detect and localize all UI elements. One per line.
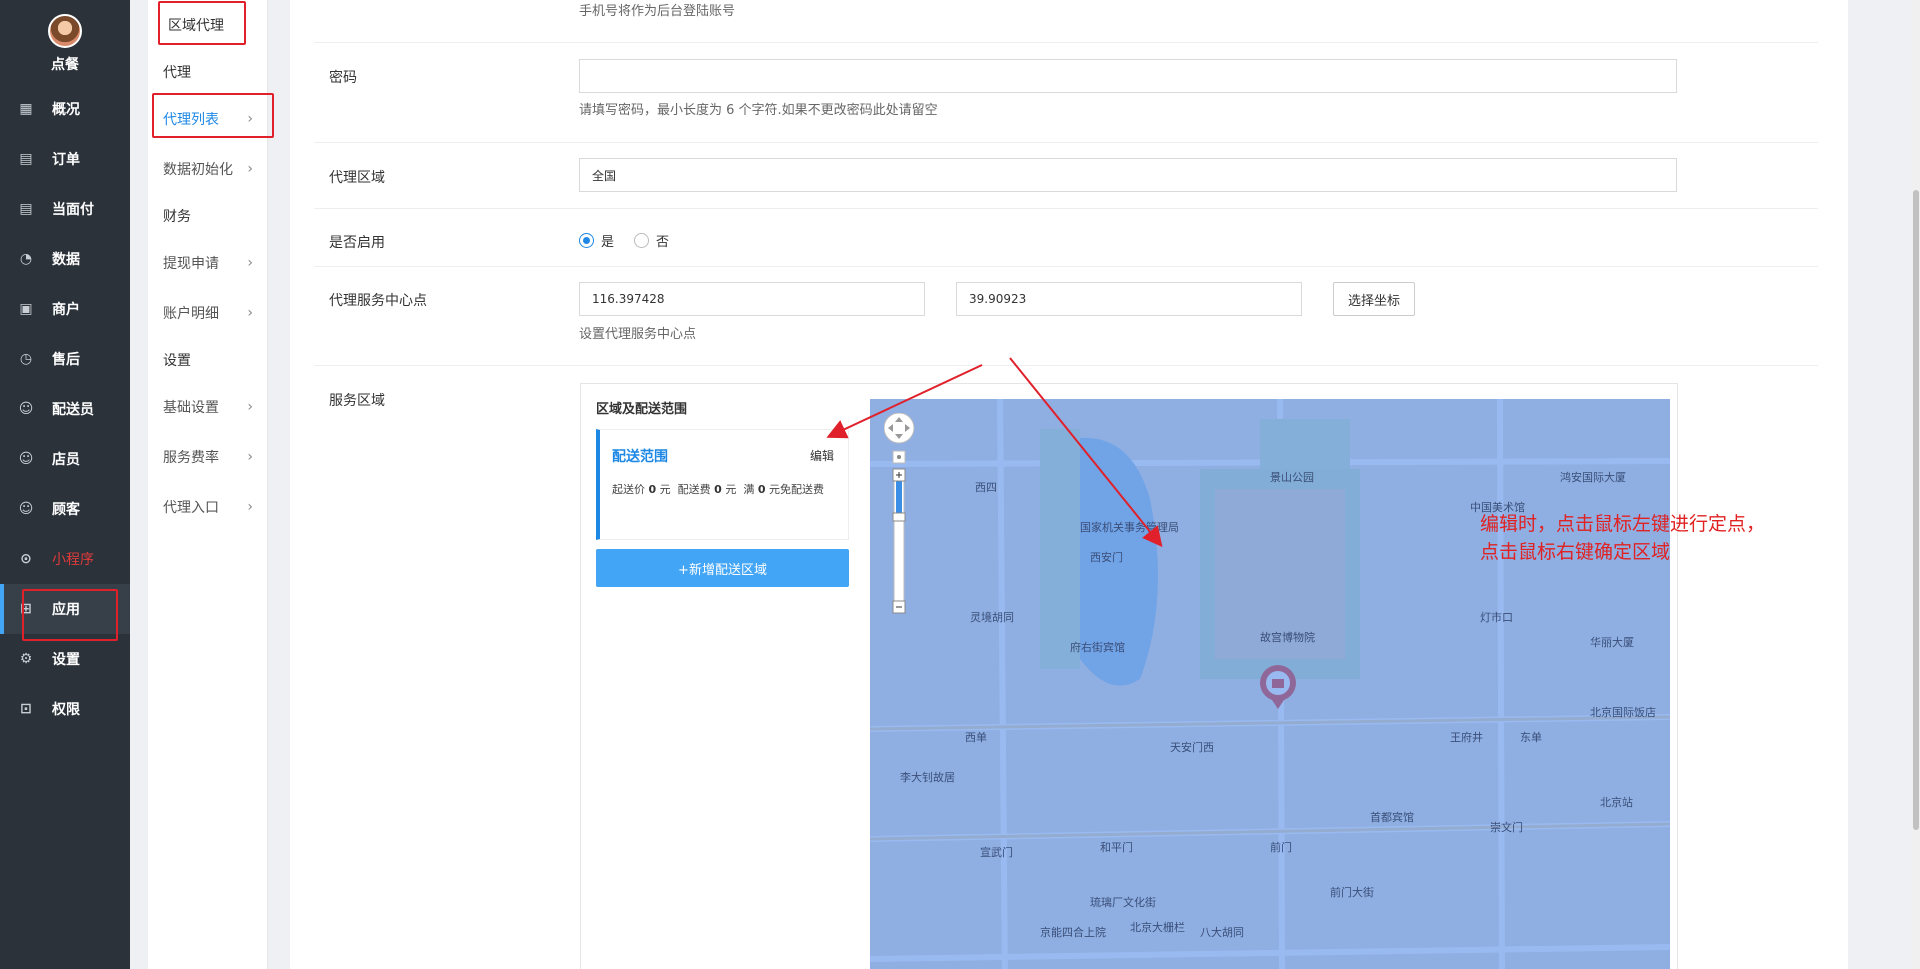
subnav-group-title: 财务 (163, 209, 191, 225)
pay-icon: ▤ (19, 201, 33, 217)
chevron-right-icon: › (247, 399, 253, 415)
sidebar-item-label: 顾客 (52, 502, 80, 518)
courier-icon: ☺ (18, 401, 34, 417)
subnav-item[interactable]: 数据初始化 › (148, 144, 267, 194)
annotation-arrows (826, 357, 1163, 548)
customer-icon: ☺ (18, 501, 34, 517)
chevron-right-icon: › (247, 499, 253, 515)
sidebar-item-label: 订单 (52, 152, 80, 168)
chevron-right-icon: › (247, 161, 253, 177)
avatar[interactable] (48, 14, 82, 48)
sidebar-item-label: 概况 (52, 102, 80, 118)
highlight-agent-list (152, 93, 274, 138)
overview-icon: ▦ (19, 101, 33, 117)
subnav-item[interactable]: 基础设置 › (148, 382, 267, 432)
sidebar-item-chart[interactable]: ◔ 数据 (0, 234, 130, 284)
brand: 点餐 (0, 0, 130, 84)
scrollbar[interactable] (1912, 0, 1920, 969)
sidebar-item-label: 商户 (52, 302, 80, 318)
sidebar-item-order[interactable]: ▤ 订单 (0, 134, 130, 184)
subnav-item[interactable]: 提现申请 › (148, 238, 267, 288)
sidebar-item-lock[interactable]: ⊡ 权限 (0, 684, 130, 734)
sidebar-item-overview[interactable]: ▦ 概况 (0, 84, 130, 134)
sidebar-item-customer[interactable]: ☺ 顾客 (0, 484, 130, 534)
aftersale-icon: ◷ (19, 351, 33, 367)
brand-name: 点餐 (51, 57, 79, 73)
sidebar-item-label: 当面付 (52, 202, 94, 218)
sidebar-item-label: 店员 (52, 452, 80, 468)
chevron-right-icon: › (247, 255, 253, 271)
sidebar-item-aftersale[interactable]: ◷ 售后 (0, 334, 130, 384)
subnav-group-title: 设置 (163, 353, 191, 369)
sidebar-item-label: 配送员 (52, 402, 94, 418)
staff-icon: ☺ (18, 451, 34, 467)
subnav-item[interactable]: 服务费率 › (148, 432, 267, 482)
chevron-right-icon: › (247, 449, 253, 465)
sidebar-item-miniapp[interactable]: ⊙ 小程序 (0, 534, 130, 584)
subnav-item[interactable]: 代理入口 › (148, 482, 267, 532)
order-icon: ▤ (19, 151, 33, 167)
sidebar-item-staff[interactable]: ☺ 店员 (0, 434, 130, 484)
main-sidebar: 点餐 ▦ 概况 ▤ 订单 ▤ 当面付 ◔ 数据 ▣ 商户 ◷ 售后 ☺ 配送员 ☺ 店员 ☺ 顾客 ⊙ 小程序 ⊞ 应用 ⚙… (0, 0, 130, 969)
subnav-group-title: 代理 (163, 65, 191, 81)
gear-icon: ⚙ (19, 651, 33, 667)
scrollbar-thumb[interactable] (1913, 190, 1919, 830)
sidebar-item-label: 设置 (52, 652, 80, 668)
chart-icon: ◔ (19, 251, 33, 267)
highlight-apps (22, 589, 118, 641)
highlight-subnav-header (158, 1, 246, 45)
sidebar-item-gear[interactable]: ⚙ 设置 (0, 634, 130, 684)
sidebar-item-courier[interactable]: ☺ 配送员 (0, 384, 130, 434)
main-panel: 手机号将作为后台登陆账号 密码 请填写密码，最小长度为 6 个字符.如果不更改密… (290, 0, 1848, 969)
sidebar-item-store[interactable]: ▣ 商户 (0, 284, 130, 334)
sidebar-item-label: 数据 (52, 252, 80, 268)
lock-icon: ⊡ (20, 701, 32, 717)
sub-sidebar: 区域代理 代理 代理列表 › 数据初始化 › 财务 提现申请 › 账户明细 › 设置 基础设置 › 服务费… (148, 0, 268, 969)
store-icon: ▣ (19, 301, 33, 317)
chevron-right-icon: › (247, 305, 253, 321)
sidebar-item-label: 售后 (52, 352, 80, 368)
subnav-item[interactable]: 账户明细 › (148, 288, 267, 338)
sidebar-item-label: 小程序 (52, 552, 94, 568)
sidebar-item-label: 权限 (52, 702, 80, 718)
sidebar-item-pay[interactable]: ▤ 当面付 (0, 184, 130, 234)
miniapp-icon: ⊙ (20, 551, 32, 567)
